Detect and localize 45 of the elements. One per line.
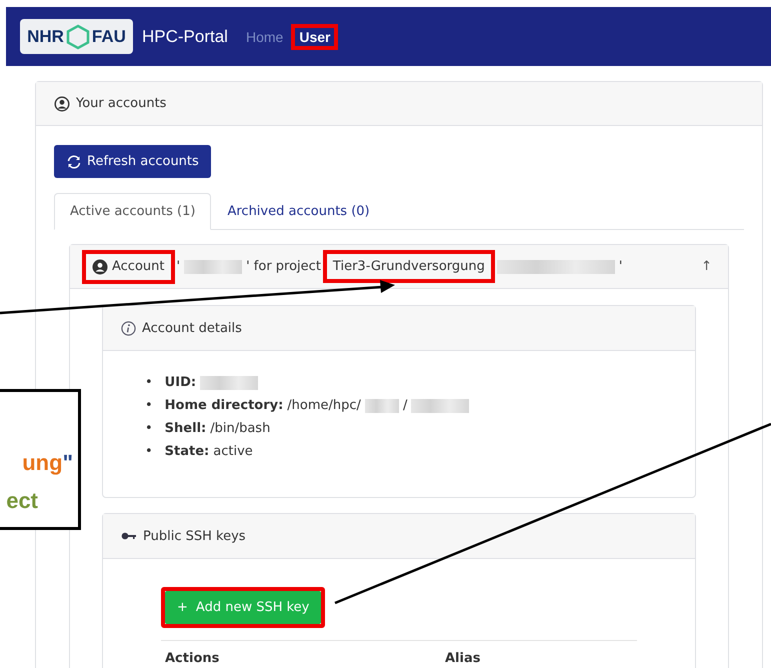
header-text: ' for project	[246, 259, 321, 274]
tab[interactable]: Active accounts (1)	[54, 193, 212, 230]
detail-label: UID:	[164, 374, 196, 392]
detail-label: Shell:	[164, 420, 206, 438]
blurred-text	[411, 398, 470, 412]
refresh-icon	[66, 154, 82, 170]
card-title: Public SSH keys	[143, 528, 246, 544]
refresh-button[interactable]: Refresh accounts	[54, 145, 211, 178]
user-icon	[54, 96, 70, 112]
card-title: Your accounts	[76, 96, 166, 111]
detail-label: State:	[164, 443, 210, 461]
brand-name[interactable]: HPC-Portal	[142, 26, 228, 46]
info-icon	[121, 320, 136, 336]
header-text: Account	[112, 259, 164, 274]
bullet: •	[145, 443, 153, 461]
nav-link[interactable]: User	[297, 28, 332, 46]
callout-text: "	[62, 450, 73, 475]
detail-value: /	[402, 397, 408, 415]
header-text: '	[176, 259, 180, 274]
header-text: Tier3-Grundversorgung	[332, 259, 485, 274]
blurred-text	[200, 376, 258, 390]
logo-text: FAU	[92, 26, 126, 46]
detail-label: Home directory:	[164, 397, 284, 415]
column-header: Alias	[444, 650, 482, 666]
column-header: Actions	[164, 650, 220, 666]
collapse-toggle[interactable]: ↑	[701, 259, 712, 274]
tab[interactable]: Archived accounts (0)	[211, 193, 386, 230]
bullet: •	[145, 374, 153, 392]
blurred-text	[184, 260, 242, 274]
header-text: '	[618, 259, 622, 274]
detail-value: active	[213, 443, 253, 461]
key-icon	[121, 531, 137, 541]
nav-link[interactable]: Home	[242, 26, 288, 46]
callout-text: ung	[22, 450, 63, 475]
bullet: •	[145, 397, 153, 415]
detail-value: /home/hpc/	[287, 397, 361, 415]
user-icon	[92, 258, 108, 274]
card-title: Account details	[142, 320, 242, 336]
logo[interactable]: NHR FAU	[20, 19, 133, 54]
detail-value: /bin/bash	[210, 420, 270, 438]
callout-text: ect	[6, 488, 38, 513]
blurred-text	[364, 398, 399, 412]
hexagon-icon	[64, 24, 91, 50]
bullet: •	[145, 420, 153, 438]
logo-text: NHR	[27, 26, 64, 46]
